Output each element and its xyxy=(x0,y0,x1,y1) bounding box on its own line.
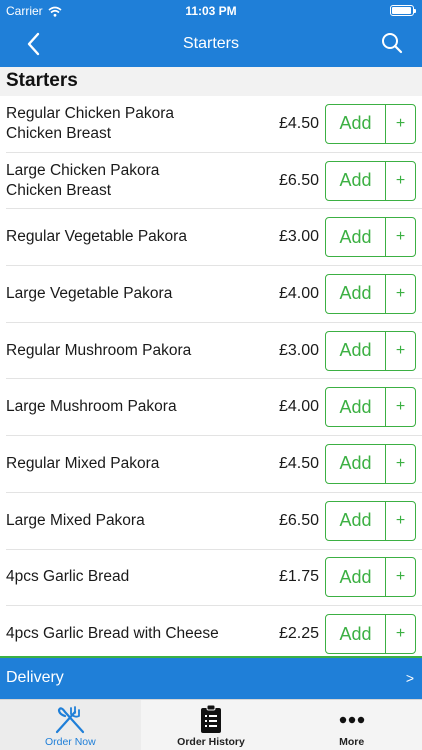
item-name: 4pcs Garlic Bread with Cheese xyxy=(6,625,219,643)
item-price: £4.50 xyxy=(278,114,319,132)
plus-icon[interactable]: + xyxy=(386,388,415,426)
add-button[interactable]: Add + xyxy=(325,160,416,201)
plus-icon[interactable]: + xyxy=(386,558,415,596)
add-button[interactable]: Add + xyxy=(325,443,416,484)
menu-item-row: Regular Mixed Pakora £4.50 Add + xyxy=(6,436,422,493)
item-price: £6.50 xyxy=(278,511,319,529)
menu-item-row: Regular Mushroom Pakora £3.00 Add + xyxy=(6,323,422,380)
item-name: Large Vegetable Pakora xyxy=(6,284,173,302)
status-bar: Carrier 11:03 PM xyxy=(0,0,422,22)
delivery-bar[interactable]: Delivery > xyxy=(0,656,422,699)
tab-order-now[interactable]: Order Now xyxy=(0,700,141,750)
plus-icon[interactable]: + xyxy=(386,332,415,370)
item-price: £3.00 xyxy=(278,341,319,359)
item-price: £4.00 xyxy=(278,398,319,416)
plus-icon[interactable]: + xyxy=(386,502,415,540)
delivery-label: Delivery xyxy=(6,669,64,686)
add-label[interactable]: Add xyxy=(326,218,386,257)
add-button[interactable]: Add + xyxy=(325,273,416,314)
add-label[interactable]: Add xyxy=(326,161,386,200)
item-price: £3.00 xyxy=(278,228,319,246)
plus-icon[interactable]: + xyxy=(386,275,415,313)
add-label[interactable]: Add xyxy=(326,501,386,540)
add-button[interactable]: Add + xyxy=(325,330,416,371)
add-button[interactable]: Add + xyxy=(325,217,416,258)
tab-label: More xyxy=(339,736,365,748)
app-header: Carrier 11:03 PM Starters xyxy=(0,0,422,67)
item-name: Regular Mixed Pakora xyxy=(6,454,160,472)
menu-item-row: Large Mushroom Pakora £4.00 Add + xyxy=(6,379,422,437)
add-button[interactable]: Add + xyxy=(325,387,416,428)
page-title: Starters xyxy=(182,35,239,52)
item-name: 4pcs Garlic Bread xyxy=(6,568,130,586)
plus-icon[interactable]: + xyxy=(386,615,415,653)
item-price: £6.50 xyxy=(278,171,319,189)
item-price: £2.25 xyxy=(278,625,319,643)
item-name: Large Mixed Pakora xyxy=(6,511,145,529)
chevron-right-icon: > xyxy=(405,670,414,686)
item-name: Regular Mushroom Pakora xyxy=(6,341,192,359)
more-dots-icon xyxy=(339,716,364,724)
item-name: Large Chicken Pakora Chicken Breast xyxy=(6,161,160,199)
menu-item-row: 4pcs Garlic Bread £1.75 Add + xyxy=(6,550,422,607)
item-name: Regular Chicken Pakora Chicken Breast xyxy=(6,104,175,142)
search-icon[interactable] xyxy=(380,31,404,55)
plus-icon[interactable]: + xyxy=(386,445,415,483)
battery-icon xyxy=(390,5,416,16)
add-label[interactable]: Add xyxy=(326,104,386,143)
add-button[interactable]: Add + xyxy=(325,103,416,144)
menu-item-row: Large Chicken Pakora Chicken Breast £6.5… xyxy=(6,153,422,210)
fork-knife-icon xyxy=(56,706,85,734)
add-button[interactable]: Add + xyxy=(325,614,416,655)
menu-item-row: Regular Chicken Pakora Chicken Breast £4… xyxy=(6,96,422,153)
item-price: £4.00 xyxy=(278,284,319,302)
status-time: 11:03 PM xyxy=(185,4,237,18)
tab-more[interactable]: More xyxy=(281,700,422,750)
clipboard-icon xyxy=(201,704,221,733)
add-label[interactable]: Add xyxy=(326,444,386,483)
nav-bar: Starters xyxy=(0,22,422,67)
add-label[interactable]: Add xyxy=(326,274,386,313)
plus-icon[interactable]: + xyxy=(386,218,415,256)
add-button[interactable]: Add + xyxy=(325,557,416,598)
add-label[interactable]: Add xyxy=(326,558,386,597)
add-label[interactable]: Add xyxy=(326,388,386,427)
tab-bar: Order Now Order History More xyxy=(0,699,422,750)
menu-item-row: Large Vegetable Pakora £4.00 Add + xyxy=(6,266,422,323)
add-button[interactable]: Add + xyxy=(325,500,416,541)
section-title: Starters xyxy=(6,70,78,91)
item-name: Large Mushroom Pakora xyxy=(6,398,177,416)
add-label[interactable]: Add xyxy=(326,331,386,370)
tab-order-history[interactable]: Order History xyxy=(141,700,282,750)
menu-item-row: Large Mixed Pakora £6.50 Add + xyxy=(6,493,422,550)
tab-label: Order Now xyxy=(44,736,96,748)
add-label[interactable]: Add xyxy=(326,615,386,654)
item-price: £1.75 xyxy=(278,568,319,586)
item-name: Regular Vegetable Pakora xyxy=(6,228,187,246)
tab-label: Order History xyxy=(177,736,245,748)
plus-icon[interactable]: + xyxy=(386,105,415,143)
menu-item-row: Regular Vegetable Pakora £3.00 Add + xyxy=(6,209,422,267)
menu-list[interactable]: Regular Chicken Pakora Chicken Breast £4… xyxy=(0,96,422,656)
item-price: £4.50 xyxy=(278,454,319,472)
section-header: Starters xyxy=(0,67,422,96)
menu-item-row: 4pcs Garlic Bread with Cheese £2.25 Add … xyxy=(6,606,422,656)
plus-icon[interactable]: + xyxy=(386,162,415,200)
